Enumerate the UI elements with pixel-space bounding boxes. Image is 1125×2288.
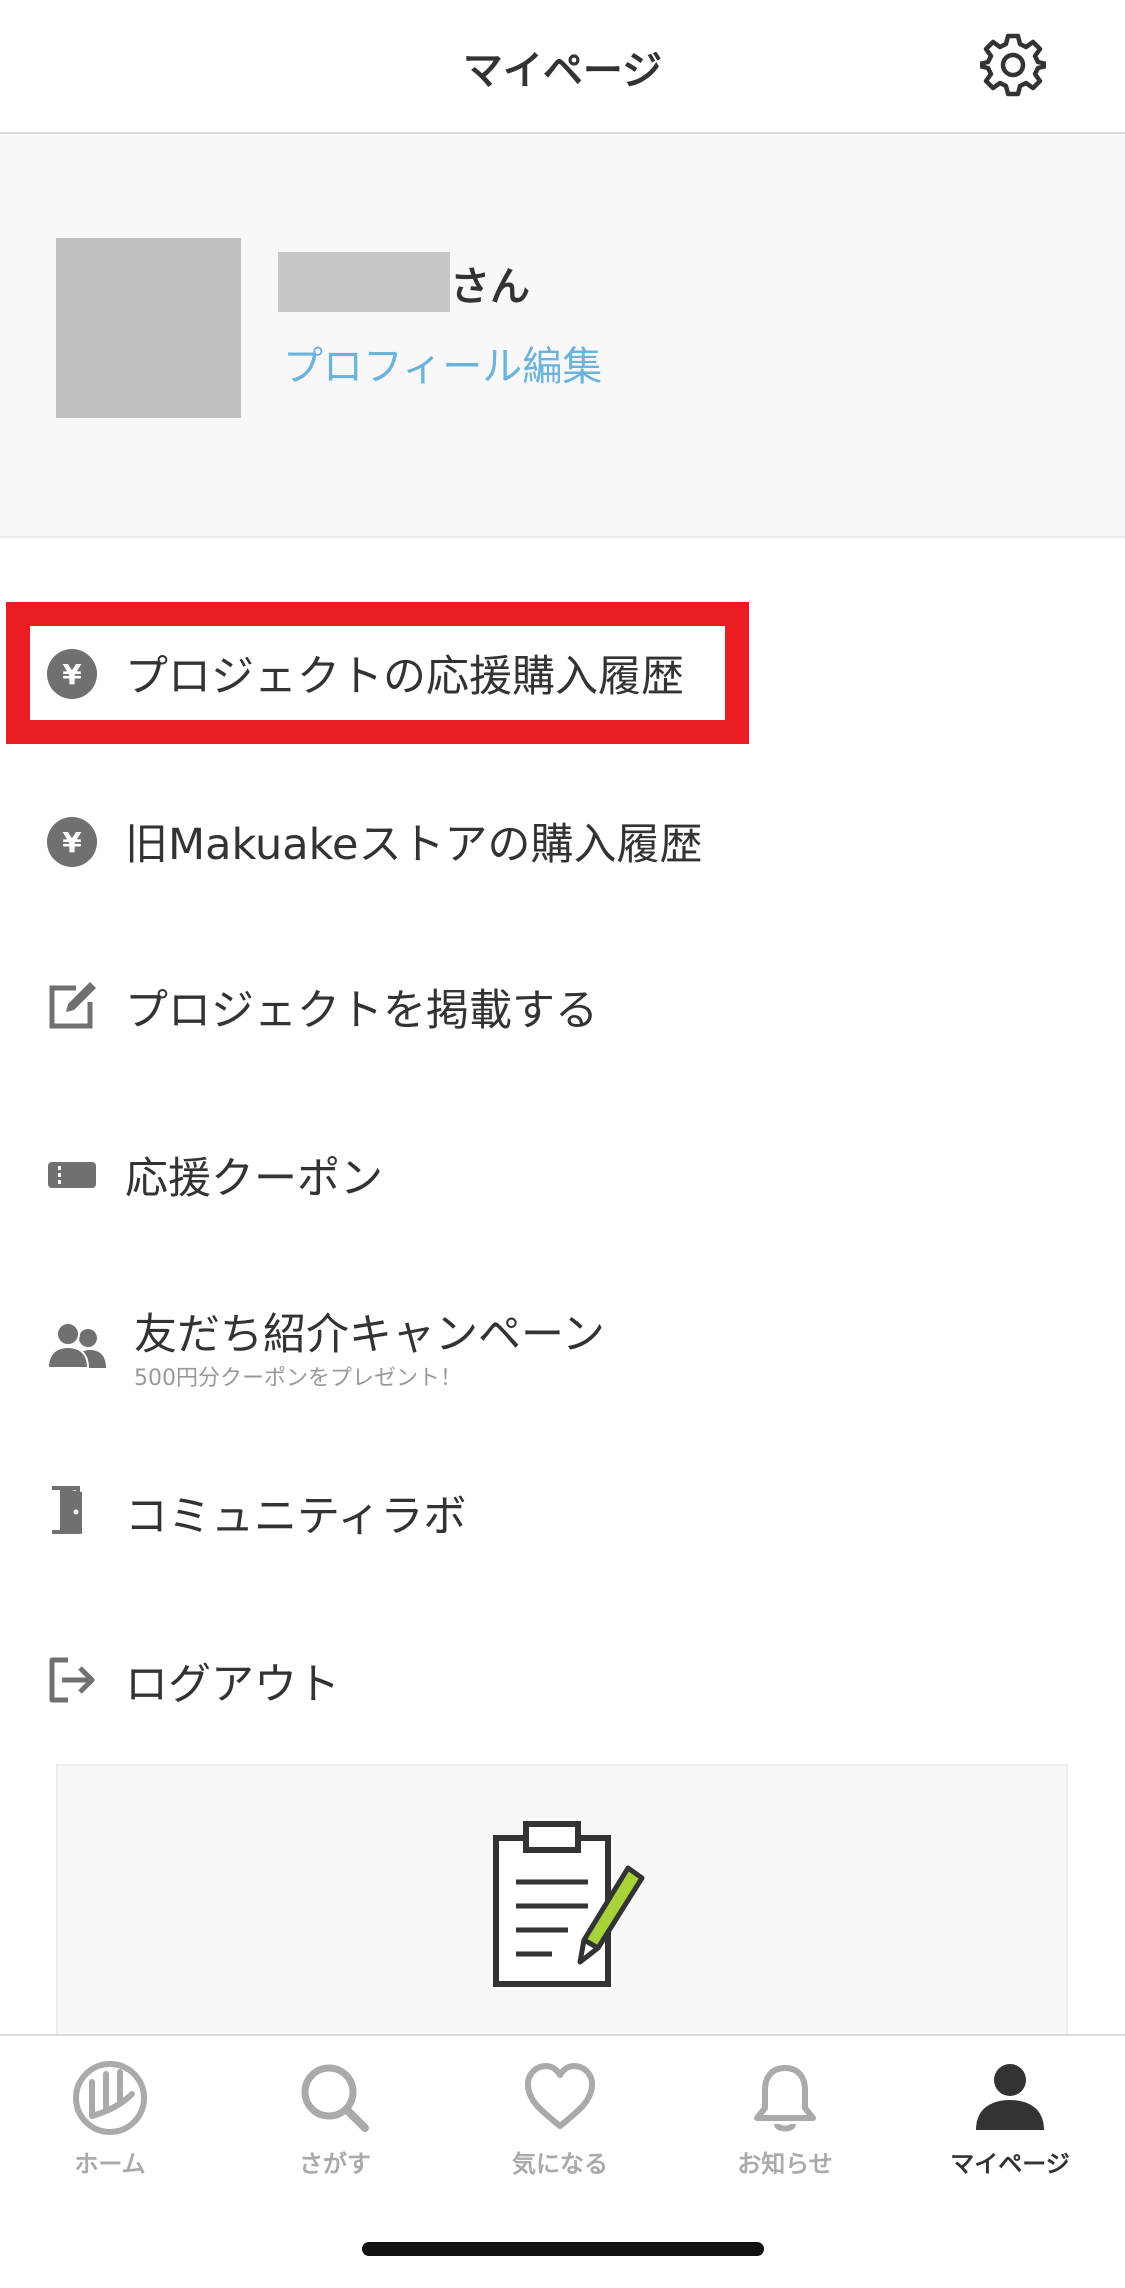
menu-item-label: 旧Makuakeストアの購入履歴	[125, 820, 703, 870]
users-icon	[46, 1320, 108, 1372]
menu-item-label: 応援クーポン	[125, 1154, 383, 1204]
edit-icon	[46, 980, 98, 1032]
user-name-suffix: さん	[450, 264, 530, 310]
menu-item-coupon[interactable]: 応援クーポン	[0, 1118, 1125, 1228]
user-name-redacted	[278, 252, 450, 312]
menu-item-label: プロジェクトを掲載する	[125, 986, 598, 1036]
menu-item-purchase-history[interactable]: ¥ プロジェクトの応援購入履歴	[0, 616, 1125, 726]
tab-mypage[interactable]: マイページ	[920, 2060, 1100, 2190]
tab-home[interactable]: ホーム	[20, 2060, 200, 2190]
menu-item-logout[interactable]: ログアウト	[0, 1624, 1125, 1734]
page-title: マイページ	[462, 48, 663, 94]
menu-item-referral[interactable]: 友だち紹介キャンペーン 500円分クーポンをプレゼント！	[0, 1290, 1125, 1420]
tab-notifications[interactable]: お知らせ	[695, 2060, 875, 2190]
person-icon	[976, 2064, 1044, 2130]
home-indicator[interactable]	[362, 2242, 764, 2256]
clipboard-pencil-icon	[488, 1816, 648, 2000]
tab-label: 気になる	[512, 2150, 608, 2178]
bell-icon	[754, 2065, 816, 2132]
survey-banner[interactable]	[56, 1764, 1068, 2064]
menu-item-label: コミュニティラボ	[125, 1492, 467, 1542]
menu-item-label: プロジェクトの応援購入履歴	[125, 652, 684, 702]
header-bar: マイページ	[0, 0, 1125, 134]
profile-section: さん プロフィール編集	[0, 134, 1125, 538]
door-icon	[46, 1484, 98, 1536]
tab-label: さがす	[299, 2150, 371, 2178]
menu-item-sublabel: 500円分クーポンをプレゼント！	[134, 1366, 462, 1391]
heart-icon	[525, 2063, 595, 2129]
home-icon	[73, 2061, 147, 2135]
logout-icon	[46, 1654, 98, 1706]
tab-label: ホーム	[74, 2150, 146, 2178]
menu-item-old-store-history[interactable]: ¥ 旧Makuakeストアの購入履歴	[0, 784, 1125, 894]
tab-label: お知らせ	[737, 2150, 833, 2178]
ticket-icon	[46, 1148, 98, 1200]
menu-item-post-project[interactable]: プロジェクトを掲載する	[0, 950, 1125, 1060]
svg-text:¥: ¥	[62, 658, 82, 691]
menu-item-label: 友だち紹介キャンペーン	[134, 1310, 605, 1360]
yen-coin-icon: ¥	[46, 648, 98, 700]
tab-search[interactable]: さがす	[245, 2060, 425, 2190]
menu-item-community-lab[interactable]: コミュニティラボ	[0, 1456, 1125, 1566]
yen-coin-icon: ¥	[46, 816, 98, 868]
tab-label: マイページ	[950, 2150, 1070, 2178]
settings-gear-icon[interactable]	[977, 32, 1049, 98]
profile-edit-link[interactable]: プロフィール編集	[283, 334, 602, 392]
menu-item-label: ログアウト	[125, 1660, 340, 1710]
search-icon	[301, 2064, 369, 2132]
tab-favorites[interactable]: 気になる	[470, 2060, 650, 2190]
avatar[interactable]	[56, 238, 241, 418]
svg-text:¥: ¥	[62, 826, 82, 859]
